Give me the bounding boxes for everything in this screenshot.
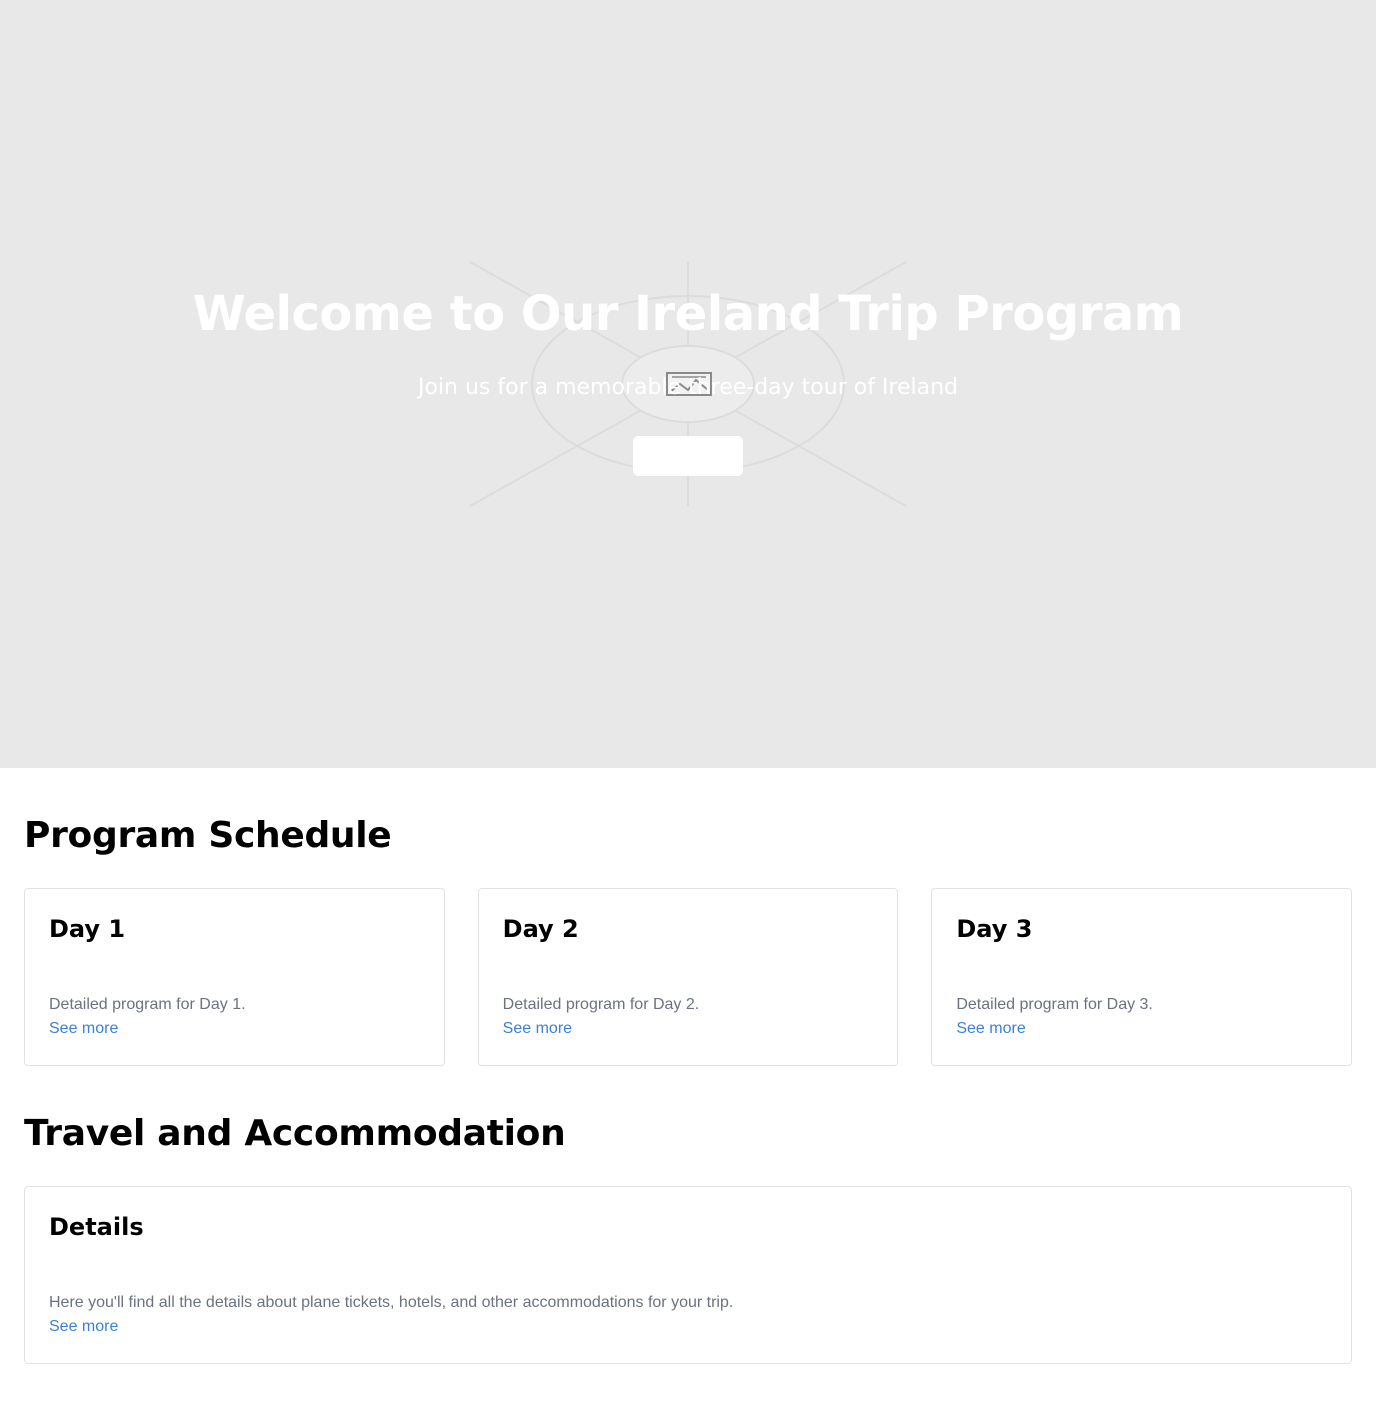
details-card: Details Here you'll find all the details… (24, 1186, 1352, 1364)
details-see-more-link[interactable]: See more (49, 1315, 118, 1339)
travel-section-title: Travel and Accommodation (24, 1113, 566, 1154)
day-card-text: Detailed program for Day 2. (502, 996, 700, 1013)
day-card: Day 3 Detailed program for Day 3. See mo… (931, 888, 1353, 1066)
details-card-text: Here you'll find all the details about p… (49, 1294, 734, 1311)
hero-section: Welcome to Our Ireland Trip Program Join… (0, 0, 1376, 768)
day-3-see-more-link[interactable]: See more (956, 1017, 1025, 1041)
day-card-text: Detailed program for Day 3. (956, 996, 1153, 1013)
day-2-see-more-link[interactable]: See more (503, 1017, 572, 1041)
day-card-title: Day 1 (49, 915, 126, 943)
schedule-cards: Day 1 Detailed program for Day 1. See mo… (24, 888, 1353, 1066)
hero-title: Welcome to Our Ireland Trip Program (192, 286, 1184, 342)
day-card-title: Day 2 (502, 915, 579, 943)
schedule-section-title: Program Schedule (24, 815, 392, 856)
day-card: Day 2 Detailed program for Day 2. See mo… (477, 888, 899, 1066)
day-card-title: Day 3 (956, 915, 1033, 943)
details-card-title: Details (49, 1213, 144, 1241)
day-card: Day 1 Detailed program for Day 1. See mo… (24, 888, 445, 1066)
hero-subtitle: Join us for a memorable three-day tour o… (417, 375, 959, 400)
day-1-see-more-link[interactable]: See more (49, 1017, 118, 1041)
day-card-text: Detailed program for Day 1. (49, 996, 246, 1013)
hero-cta-button[interactable] (633, 436, 743, 476)
